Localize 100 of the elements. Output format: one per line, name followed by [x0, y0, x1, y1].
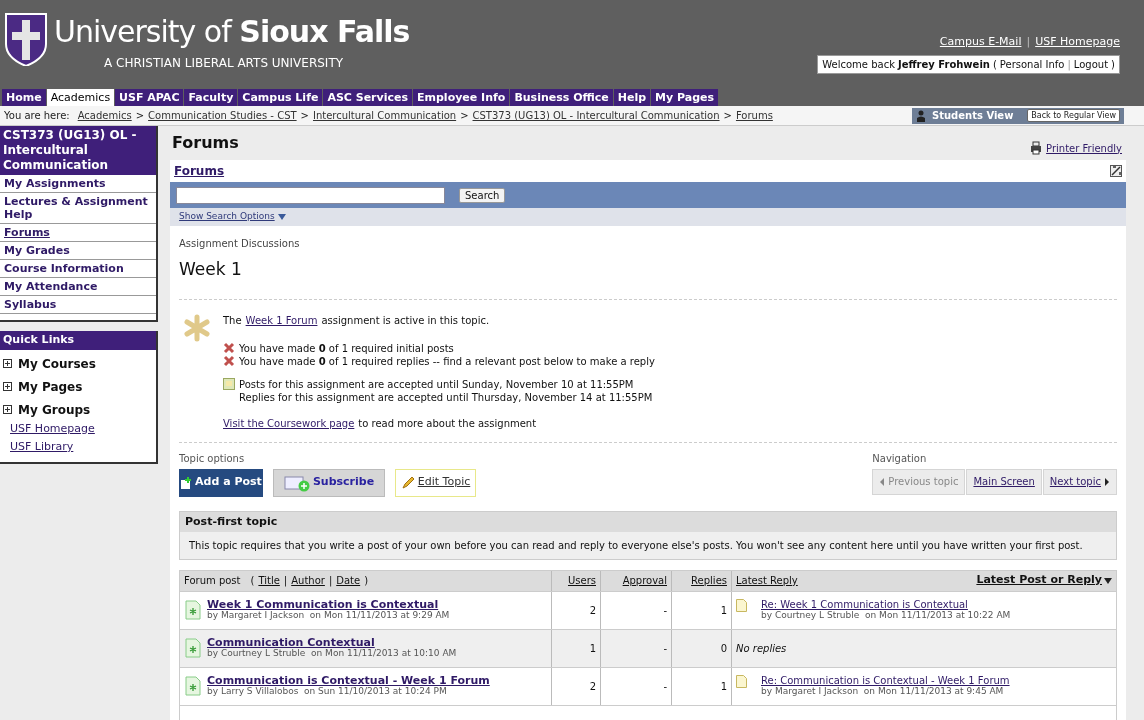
nav-tab[interactable]: Help	[613, 89, 651, 106]
breadcrumb-link[interactable]: CST373 (UG13) OL - Intercultural Communication	[472, 108, 720, 123]
latest-reply-link[interactable]: Re: Communication is Contextual - Week 1 Forum	[761, 675, 1010, 686]
post-title-link[interactable]: Communication Contextual	[207, 637, 457, 648]
link-separator: |	[328, 574, 333, 588]
column-header: Forum post	[184, 574, 241, 588]
post-title-link[interactable]: Communication is Contextual - Week 1 Forum	[207, 675, 490, 686]
add-post-icon	[180, 476, 193, 489]
search-button[interactable]: Search	[459, 187, 506, 203]
sort-link[interactable]: Title	[258, 573, 280, 588]
asterisk-icon	[183, 313, 211, 342]
assignment-text: assignment is active in this topic.	[321, 313, 490, 327]
week-forum-link[interactable]: Week 1 Forum	[245, 313, 318, 327]
envelope-plus-icon	[283, 473, 310, 492]
sidebar-item[interactable]: Course Information	[0, 260, 156, 278]
table-cell-text: -	[663, 603, 667, 618]
paren-text: )	[364, 574, 369, 588]
link-separator: |	[1067, 57, 1071, 72]
nav-tab[interactable]: Faculty	[184, 89, 238, 106]
sidebar-item[interactable]: My Grades	[0, 242, 156, 260]
search-field[interactable]	[176, 186, 445, 204]
sidebar-item[interactable]: Forums	[0, 224, 156, 242]
topic-options-label: Topic options	[179, 451, 246, 466]
section-label: Assignment Discussions	[179, 237, 301, 251]
edit-button[interactable]: Edit Topic	[395, 468, 476, 497]
cross-icon	[223, 355, 235, 367]
coursework-link[interactable]: Visit the Coursework page	[223, 416, 355, 430]
nav-tab[interactable]: ASC Services	[323, 89, 412, 106]
edit-block-icon	[1110, 165, 1122, 177]
column-header-link[interactable]: Replies	[691, 573, 727, 588]
tagline: A CHRISTIAN LIBERAL ARTS UNIVERSITY	[104, 55, 345, 72]
breadcrumb-separator: >	[300, 109, 309, 123]
add-button[interactable]: Add a Post	[179, 468, 263, 497]
printer-friendly-link[interactable]: Printer Friendly	[1030, 140, 1122, 156]
column-header-link[interactable]: Latest Reply	[736, 573, 798, 588]
column-header-link[interactable]: Users	[568, 573, 596, 588]
breadcrumb-link[interactable]: Intercultural Communication	[313, 108, 457, 123]
new-post-icon	[185, 638, 201, 658]
breadcrumb-link[interactable]: Academics	[77, 108, 132, 123]
quick-link[interactable]: USF Homepage	[0, 420, 156, 437]
account-link[interactable]: Personal Info	[999, 56, 1065, 72]
header-link[interactable]: USF Homepage	[1035, 34, 1120, 51]
nav-tab[interactable]: Campus Life	[238, 89, 323, 106]
notice-title: Post-first topic	[180, 511, 1116, 532]
cross-icon	[223, 342, 235, 354]
new-post-icon	[185, 676, 201, 696]
nav-tab[interactable]: Home	[2, 89, 46, 106]
quick-link[interactable]: USF Library	[0, 439, 156, 456]
nav-tab[interactable]: Employee Info	[413, 89, 510, 106]
column-header-link[interactable]: Approval	[622, 573, 667, 588]
pencil-icon	[400, 475, 415, 490]
deadline-text: Replies for this assignment are accepted until Thursday, November 14 at 11:55PM	[239, 390, 653, 404]
back-to-regular-view-button[interactable]: Back to Regular View	[1027, 109, 1120, 122]
sidebar-item[interactable]: My Assignments	[0, 175, 156, 193]
sort-menu-link[interactable]: Latest Post or Reply	[976, 572, 1112, 589]
breadcrumb-link[interactable]: Communication Studies - CST	[148, 108, 297, 123]
coursework-text: to read more about the assignment	[358, 416, 537, 430]
students-view-label: Students View	[932, 109, 1014, 123]
nav-tab[interactable]: Business Office	[510, 89, 613, 106]
no-replies-text: No replies	[736, 641, 787, 656]
main-screen-button[interactable]: Main Screen	[966, 468, 1042, 495]
table-cell-text: -	[663, 679, 667, 694]
paren-text: (	[250, 574, 255, 588]
account-link[interactable]: Logout	[1073, 56, 1109, 72]
sidebar-item[interactable]: Lectures & Assignment Help	[0, 193, 156, 224]
breadcrumb-separator: >	[460, 109, 469, 123]
printer-icon	[1030, 141, 1043, 155]
quick-links-group[interactable]: My Groups	[18, 400, 91, 419]
post-byline: by Courtney L Struble on Mon 11/11/2013 at 10:10 AM	[207, 648, 457, 659]
latest-reply-link[interactable]: Re: Week 1 Communication is Contextual	[761, 599, 1011, 610]
sort-link[interactable]: Author	[291, 573, 325, 588]
post-title-link[interactable]: Week 1 Communication is Contextual	[207, 599, 450, 610]
requirement-text: You have made 0 of 1 required initial posts	[239, 341, 454, 355]
right-triangle-icon	[1104, 477, 1110, 486]
shield-icon	[4, 12, 48, 66]
nav-tab[interactable]: My Pages	[651, 89, 719, 106]
nav-tab[interactable]: USF APAC	[115, 89, 184, 106]
next-topic-button[interactable]: Next topic	[1042, 468, 1117, 495]
breadcrumb-separator: >	[723, 109, 732, 123]
table-cell-text: -	[663, 641, 667, 656]
quick-links-group[interactable]: My Courses	[18, 354, 96, 373]
reply-document-icon	[736, 674, 747, 688]
nav-tab[interactable]: Academics	[46, 89, 115, 106]
quick-links-group[interactable]: My Pages	[18, 377, 83, 396]
panel-title-link[interactable]: Forums	[174, 162, 225, 180]
sidebar-item[interactable]: My Attendance	[0, 278, 156, 296]
breadcrumb-link[interactable]: Forums	[735, 108, 773, 123]
subscribe-button[interactable]: Subscribe	[273, 468, 385, 497]
university-name: University of Sioux Falls	[54, 13, 410, 51]
sidebar-item[interactable]: Syllabus	[0, 296, 156, 314]
quick-links-title: Quick Links	[0, 331, 156, 350]
sort-link[interactable]: Date	[336, 573, 361, 588]
assignment-text: The	[223, 313, 242, 327]
show-search-options-link[interactable]: Show Search Options	[179, 210, 286, 224]
header-link[interactable]: Campus E-Mail	[939, 34, 1022, 51]
reply-byline: by Margaret I Jackson on Mon 11/11/2013 at 9:45 AM	[761, 686, 1005, 697]
post-byline: by Larry S Villalobos on Sun 11/10/2013 at 10:24 PM	[207, 686, 448, 697]
link-separator: |	[283, 574, 288, 588]
table-cell-text: 2	[589, 603, 596, 618]
course-title: CST373 (UG13) OL - Intercultural Communication	[0, 126, 156, 175]
